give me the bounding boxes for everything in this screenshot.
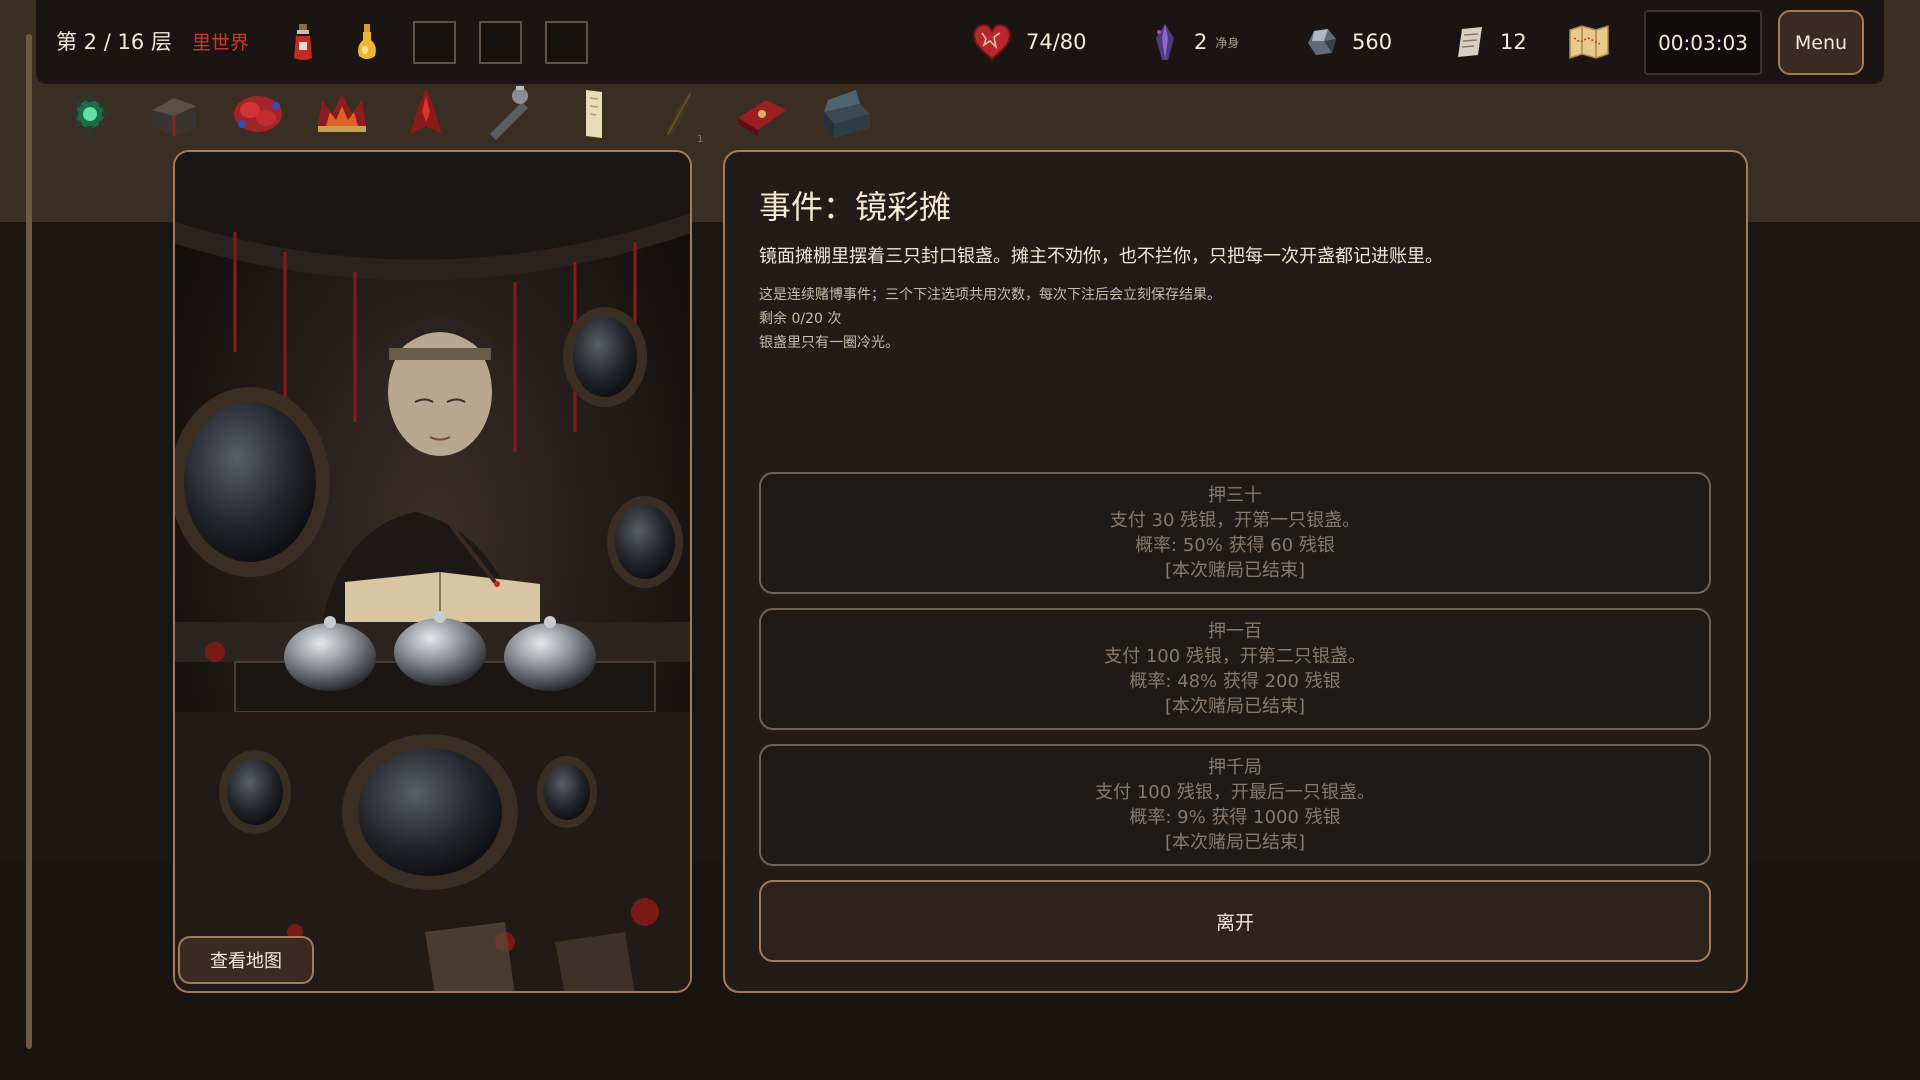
relic-count-badge: 1 bbox=[697, 134, 704, 145]
bet-choice-thirty[interactable]: 押三十 支付 30 残银，开第一只银盏。 概率: 50% 获得 60 残银 [本… bbox=[759, 472, 1711, 594]
consumable-slot-2[interactable] bbox=[479, 21, 522, 64]
menu-button[interactable]: Menu bbox=[1778, 10, 1864, 75]
floor-indicator: 第 2 / 16 层 bbox=[56, 30, 172, 54]
scroll-stat: 12 bbox=[1454, 22, 1527, 62]
relic-bar bbox=[60, 78, 900, 148]
left-progress-rail bbox=[26, 34, 32, 1049]
dark-chest-icon[interactable] bbox=[144, 82, 204, 144]
event-title: 事件：镜彩摊 bbox=[759, 188, 952, 226]
choice-title: 押三十 bbox=[1208, 485, 1262, 506]
choice-status: [本次赌局已结束] bbox=[1164, 560, 1306, 581]
purify-label: 净身 bbox=[1215, 35, 1240, 50]
scroll-value: 12 bbox=[1500, 30, 1527, 54]
candle-scroll-icon[interactable] bbox=[564, 82, 624, 144]
choice-status: [本次赌局已结束] bbox=[1164, 696, 1306, 717]
purify-stat: 2 净身 bbox=[1150, 22, 1239, 62]
map-icon bbox=[1569, 24, 1609, 60]
flaming-crown-icon[interactable] bbox=[312, 82, 372, 144]
choice-cost: 支付 100 残银，开最后一只银盏。 bbox=[1095, 782, 1375, 803]
choice-status: [本次赌局已结束] bbox=[1164, 832, 1306, 853]
choice-title: 押千局 bbox=[1208, 757, 1262, 778]
purify-value: 2 bbox=[1194, 30, 1208, 54]
hp-stat: 74/80 bbox=[972, 22, 1087, 62]
red-claw-icon[interactable] bbox=[396, 82, 456, 144]
view-map-button[interactable]: 查看地图 bbox=[178, 936, 314, 984]
choice-title: 押一百 bbox=[1208, 621, 1262, 642]
world-indicator: 里世界 bbox=[192, 32, 250, 54]
red-flower-icon[interactable] bbox=[228, 82, 288, 144]
event-flavor-text: 银盏里只有一圈冷光。 bbox=[759, 335, 899, 351]
purple-crystal-icon bbox=[1156, 24, 1174, 60]
choice-odds: 概率: 9% 获得 1000 残银 bbox=[1129, 807, 1341, 828]
bet-choice-thousand[interactable]: 押千局 支付 100 残银，开最后一只银盏。 概率: 9% 获得 1000 残银… bbox=[759, 744, 1711, 866]
silver-ore-icon bbox=[1308, 29, 1336, 55]
leave-button[interactable]: 离开 bbox=[759, 880, 1711, 962]
event-rules-note: 这是连续赌博事件；三个下注选项共用次数，每次下注后会立刻保存结果。 bbox=[759, 287, 1221, 303]
red-potion-icon[interactable] bbox=[290, 22, 316, 62]
consumable-slot-3[interactable] bbox=[545, 21, 588, 64]
green-spiked-orb-icon[interactable] bbox=[60, 82, 120, 144]
run-timer: 00:03:03 bbox=[1644, 10, 1762, 75]
red-tome-icon[interactable] bbox=[732, 82, 792, 144]
hp-value: 74/80 bbox=[1026, 30, 1087, 54]
open-casket-icon[interactable] bbox=[816, 82, 876, 144]
choice-cost: 支付 30 残银，开第一只银盏。 bbox=[1109, 510, 1361, 531]
choice-odds: 概率: 48% 获得 200 残银 bbox=[1129, 671, 1341, 692]
yellow-potion-icon[interactable] bbox=[354, 22, 380, 62]
event-illustration bbox=[173, 150, 692, 993]
bet-choice-hundred[interactable]: 押一百 支付 100 残银，开第二只银盏。 概率: 48% 获得 200 残银 … bbox=[759, 608, 1711, 730]
consumable-slot-1[interactable] bbox=[413, 21, 456, 64]
top-status-bar: 第 2 / 16 层 里世界 74/80 2 净身 560 12 00:03:0… bbox=[36, 0, 1884, 84]
event-description: 镜面摊棚里摆着三只封口银盏。摊主不劝你，也不拦你，只把每一次开盏都记进账里。 bbox=[759, 246, 1443, 267]
event-remaining-count: 剩余 0/20 次 bbox=[759, 311, 842, 327]
heart-icon bbox=[972, 23, 1012, 61]
choice-cost: 支付 100 残银，开第二只银盏。 bbox=[1104, 646, 1366, 667]
event-panel: 事件：镜彩摊 镜面摊棚里摆着三只封口银盏。摊主不劝你，也不拦你，只把每一次开盏都… bbox=[723, 150, 1748, 993]
map-toggle[interactable] bbox=[1568, 22, 1624, 62]
silver-stat: 560 bbox=[1304, 22, 1392, 62]
iron-lantern-icon[interactable] bbox=[480, 82, 540, 144]
silver-value: 560 bbox=[1352, 30, 1393, 54]
choice-odds: 概率: 50% 获得 60 残银 bbox=[1135, 535, 1335, 556]
scroll-icon bbox=[1458, 27, 1482, 57]
